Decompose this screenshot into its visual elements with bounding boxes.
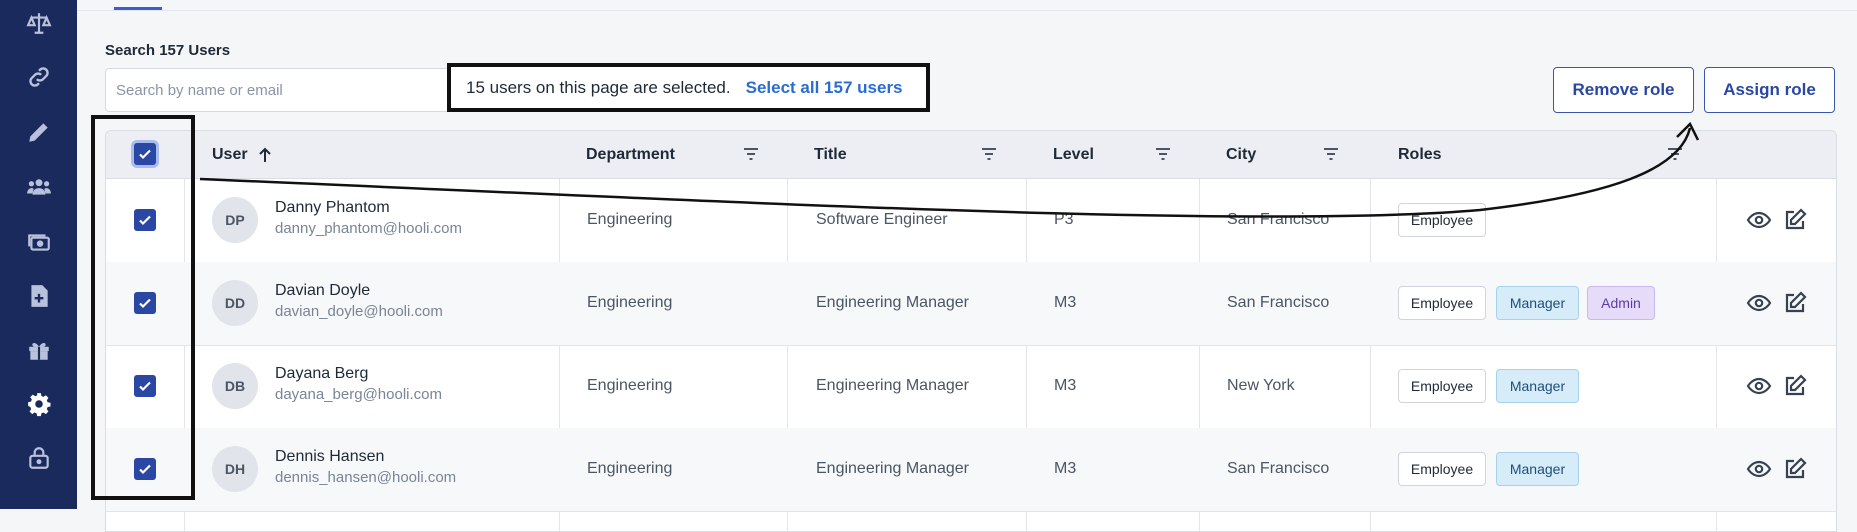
people-icon[interactable] xyxy=(0,167,77,207)
avatar: DB xyxy=(212,363,258,409)
tab-divider xyxy=(77,10,1857,11)
selection-message: 15 users on this page are selected. xyxy=(466,77,731,97)
assign-role-button[interactable]: Assign role xyxy=(1704,67,1835,113)
table-row[interactable]: DB Dayana Berg dayana_berg@hooli.com Eng… xyxy=(106,345,1836,429)
document-add-icon[interactable] xyxy=(0,276,77,316)
role-badge-admin: Admin xyxy=(1587,286,1655,320)
department-cell: Engineering xyxy=(587,377,673,394)
role-badge-manager: Manager xyxy=(1496,452,1579,486)
users-table: User Department Title Level City Roles D… xyxy=(105,130,1837,532)
edit-icon[interactable] xyxy=(1782,207,1808,233)
column-label-title: Title xyxy=(814,145,847,163)
user-name: Davian Doyle xyxy=(275,282,371,299)
user-email: danny_phantom@hooli.com xyxy=(275,220,463,237)
title-cell: Engineering Manager xyxy=(816,460,969,477)
role-badge-employee: Employee xyxy=(1398,203,1486,237)
selection-banner: 15 users on this page are selected. Sele… xyxy=(447,63,930,112)
department-cell: Engineering xyxy=(587,294,673,311)
user-name: Dennis Hansen xyxy=(275,448,385,465)
user-email: dennis_hansen@hooli.com xyxy=(275,469,457,486)
role-badge-employee: Employee xyxy=(1398,286,1486,320)
select-all-checkbox[interactable] xyxy=(134,143,156,165)
user-name: Danny Phantom xyxy=(275,199,390,216)
view-icon[interactable] xyxy=(1746,456,1772,482)
level-cell: M3 xyxy=(1054,294,1077,311)
lock-icon[interactable] xyxy=(0,438,77,478)
column-header-title[interactable]: Title xyxy=(814,131,847,178)
active-tab-indicator xyxy=(114,7,162,10)
avatar: DD xyxy=(212,280,258,326)
row-checkbox[interactable] xyxy=(134,375,156,397)
table-row[interactable]: DP Danny Phantom danny_phantom@hooli.com… xyxy=(106,179,1836,263)
column-header-level[interactable]: Level xyxy=(1053,131,1094,178)
filter-icon[interactable] xyxy=(1154,145,1172,163)
user-name: Dayana Berg xyxy=(275,365,369,382)
column-label-department: Department xyxy=(586,145,675,163)
level-cell: M3 xyxy=(1054,460,1077,477)
edit-icon[interactable] xyxy=(1782,373,1808,399)
city-cell: New York xyxy=(1227,377,1295,394)
city-cell: San Francisco xyxy=(1227,460,1330,477)
gear-icon[interactable] xyxy=(0,384,77,424)
filter-icon[interactable] xyxy=(1666,145,1684,163)
column-header-roles[interactable]: Roles xyxy=(1398,131,1442,178)
role-badge-employee: Employee xyxy=(1398,452,1486,486)
edit-icon[interactable] xyxy=(1782,456,1808,482)
filter-icon[interactable] xyxy=(1322,145,1340,163)
city-cell: San Francisco xyxy=(1227,211,1330,228)
column-label-level: Level xyxy=(1053,145,1094,163)
row-checkbox[interactable] xyxy=(134,458,156,480)
avatar: DP xyxy=(212,197,258,243)
avatar: DH xyxy=(212,446,258,492)
column-header-department[interactable]: Department xyxy=(586,131,675,178)
row-checkbox[interactable] xyxy=(134,292,156,314)
column-header-user[interactable]: User xyxy=(212,131,272,178)
pencil-icon[interactable] xyxy=(0,112,77,152)
table-row[interactable]: DD Davian Doyle davian_doyle@hooli.com E… xyxy=(106,262,1836,346)
remove-role-button[interactable]: Remove role xyxy=(1553,67,1694,113)
filter-icon[interactable] xyxy=(980,145,998,163)
view-icon[interactable] xyxy=(1746,290,1772,316)
user-email: dayana_berg@hooli.com xyxy=(275,386,442,403)
department-cell: Engineering xyxy=(587,460,673,477)
view-icon[interactable] xyxy=(1746,373,1772,399)
filter-icon[interactable] xyxy=(742,145,760,163)
sidebar xyxy=(0,0,77,509)
role-badge-manager: Manager xyxy=(1496,286,1579,320)
column-label-city: City xyxy=(1226,145,1257,163)
table-row[interactable]: DH Dennis Hansen dennis_hansen@hooli.com… xyxy=(106,428,1836,512)
table-header: User Department Title Level City Roles xyxy=(106,131,1836,179)
user-email: davian_doyle@hooli.com xyxy=(275,303,443,320)
level-cell: P3 xyxy=(1054,211,1074,228)
scales-icon[interactable] xyxy=(0,3,77,43)
title-cell: Engineering Manager xyxy=(816,294,969,311)
column-label-user: User xyxy=(212,145,248,163)
role-badge-manager: Manager xyxy=(1496,369,1579,403)
column-label-roles: Roles xyxy=(1398,145,1442,163)
title-cell: Engineering Manager xyxy=(816,377,969,394)
link-icon[interactable] xyxy=(0,57,77,97)
title-cell: Software Engineer xyxy=(816,211,948,228)
arrow-up-icon xyxy=(258,147,271,162)
row-checkbox[interactable] xyxy=(134,209,156,231)
select-all-link[interactable]: Select all 157 users xyxy=(746,78,903,98)
level-cell: M3 xyxy=(1054,377,1077,394)
main-content: Search 157 Users 15 users on this page a… xyxy=(77,0,1857,532)
city-cell: San Francisco xyxy=(1227,294,1330,311)
edit-icon[interactable] xyxy=(1782,290,1808,316)
department-cell: Engineering xyxy=(587,211,673,228)
search-label: Search 157 Users xyxy=(105,42,231,59)
view-icon[interactable] xyxy=(1746,207,1772,233)
column-header-city[interactable]: City xyxy=(1226,131,1256,178)
gift-icon[interactable] xyxy=(0,330,77,370)
role-badge-employee: Employee xyxy=(1398,369,1486,403)
cards-icon[interactable] xyxy=(0,222,77,262)
